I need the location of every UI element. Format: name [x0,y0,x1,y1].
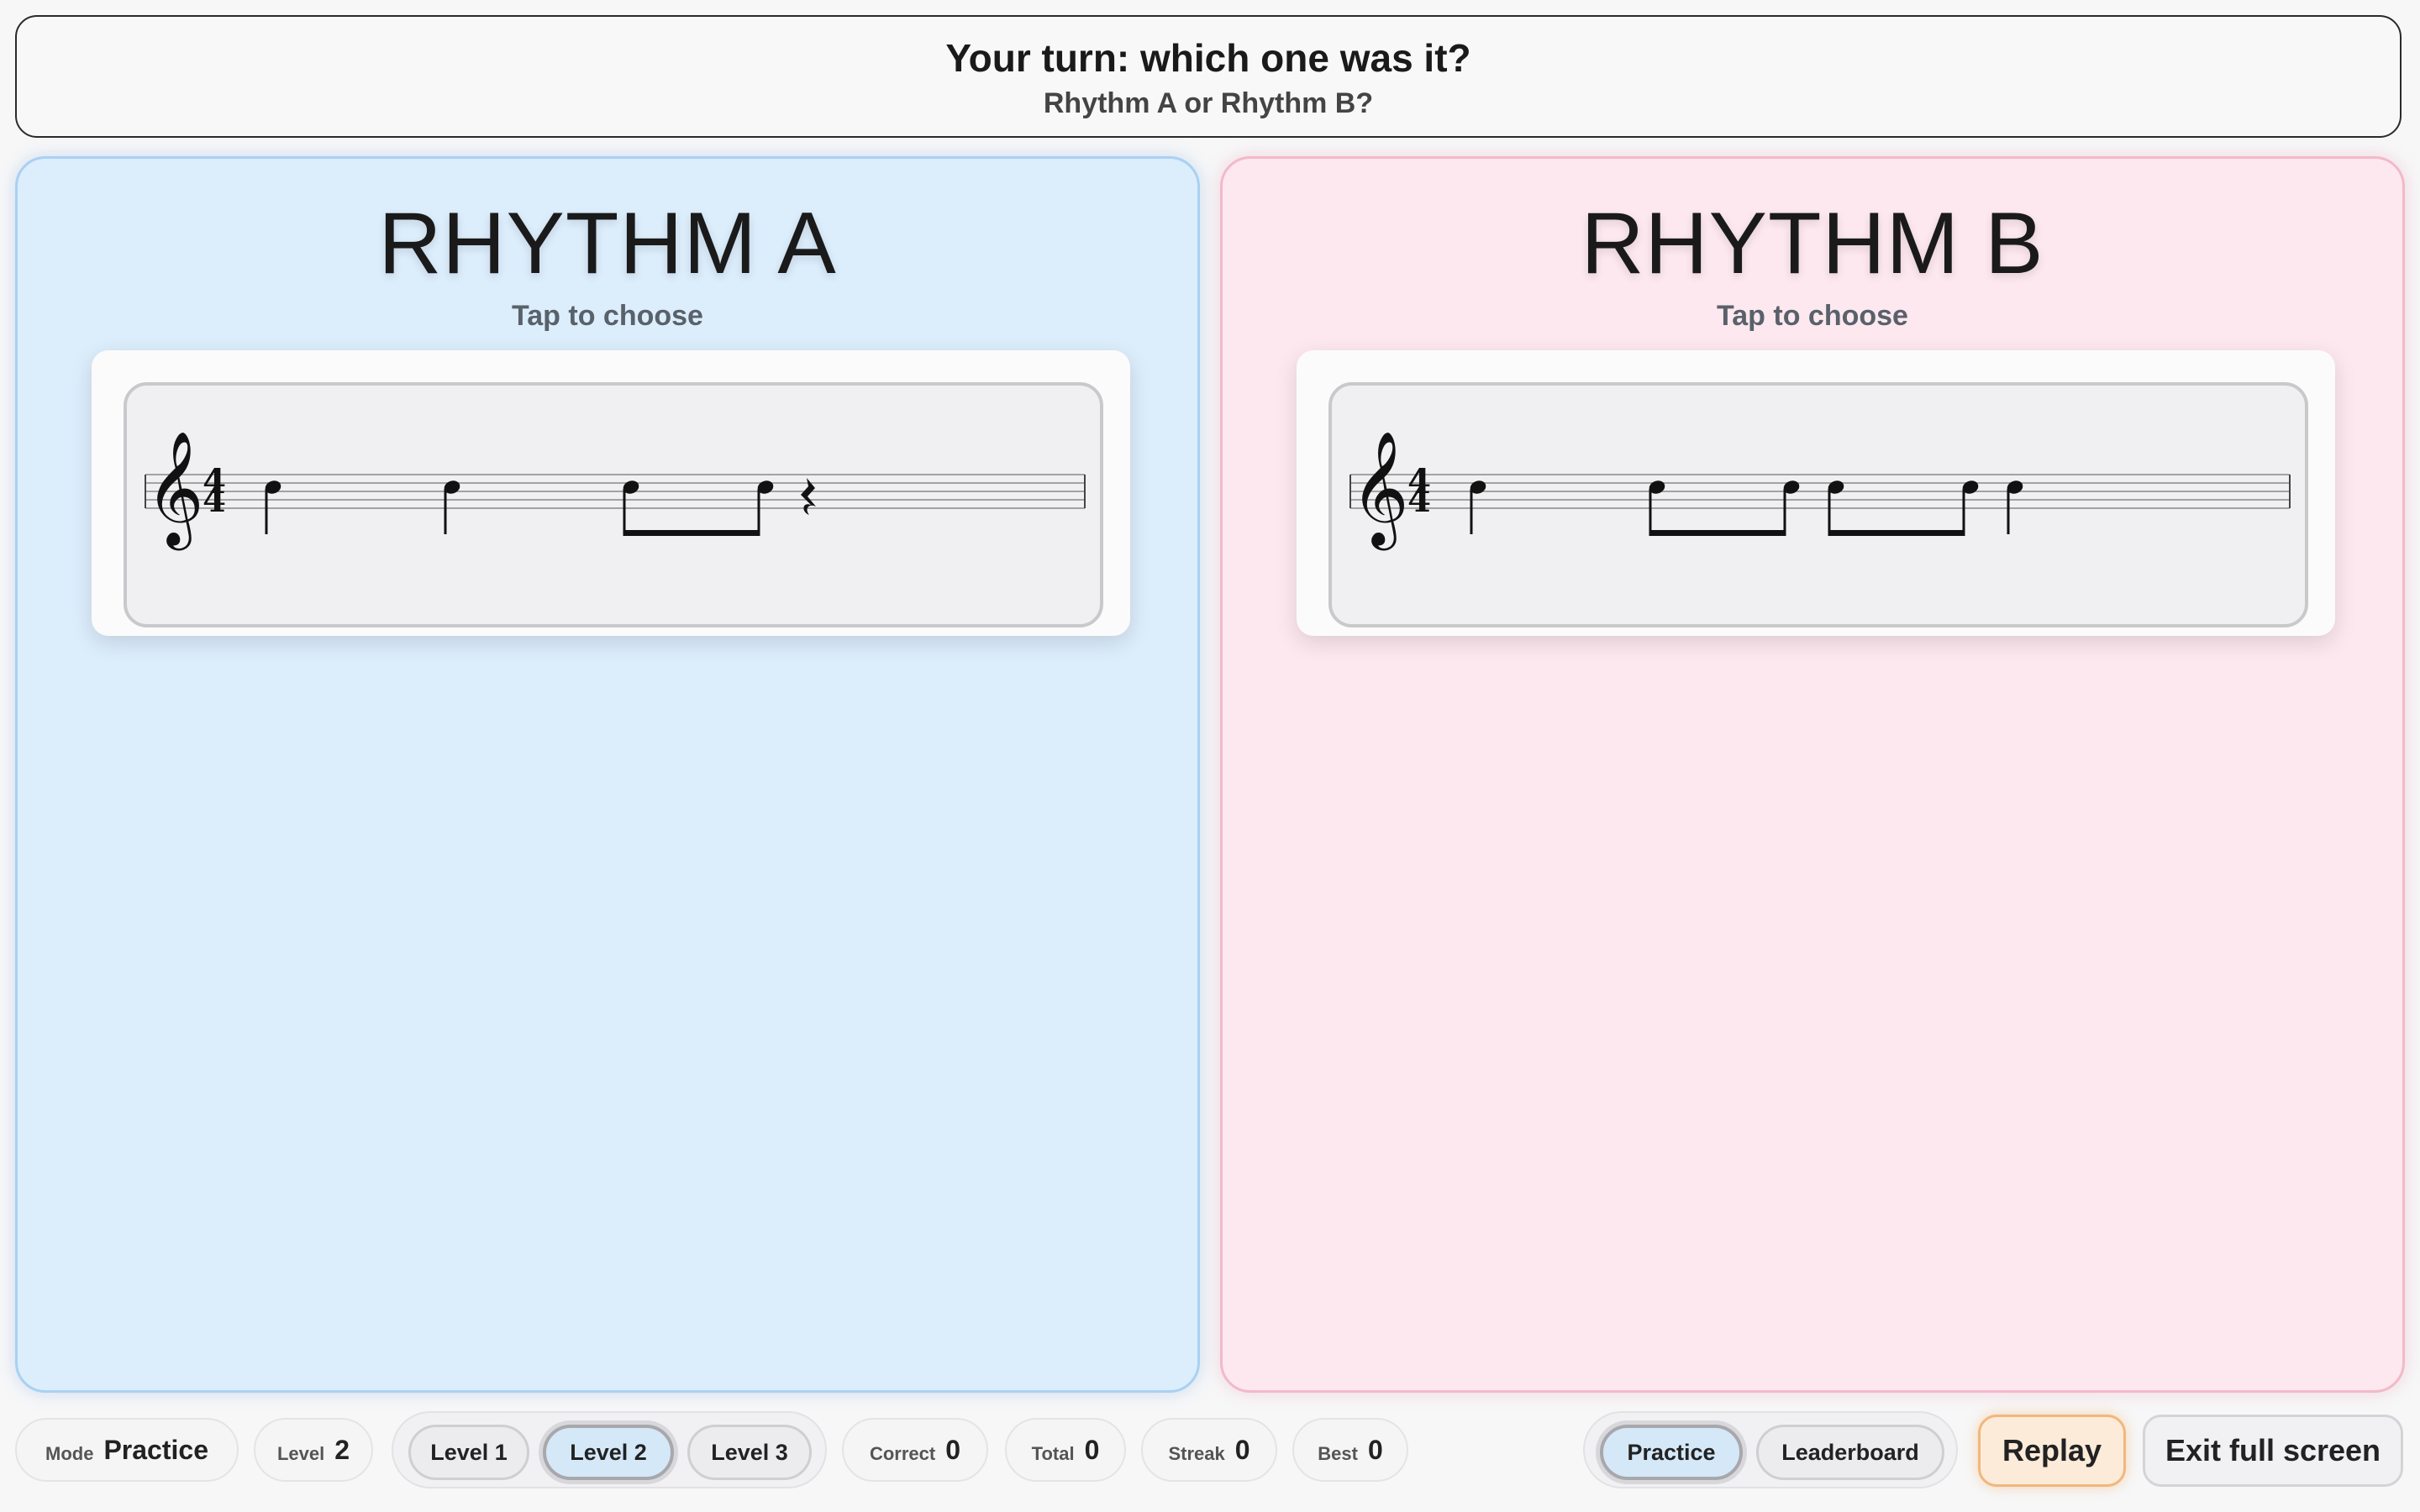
eighth-note-pair-icon [1828,480,1979,536]
rhythm-b-title: RHYTHM B [1581,195,2044,292]
note-beam [1649,530,1786,536]
quarter-note-icon [444,480,460,534]
time-signature-bottom: 4 [1407,480,1431,520]
rhythm-a-card[interactable]: RHYTHM A Tap to choose 𝄞 4 4 [15,156,1200,1393]
total-label: Total [1031,1443,1075,1464]
correct-label: Correct [869,1443,936,1464]
rhythm-b-score-frame: 𝄞 4 4 [1328,382,2308,627]
level-3-button[interactable]: Level 3 [687,1425,812,1480]
total-stat: Total 0 [1005,1418,1126,1482]
view-selector: Practice Leaderboard [1583,1411,1958,1488]
mode-stat: Mode Practice [15,1418,239,1482]
eighth-note-pair-icon [1649,480,1800,536]
instruction-banner: Your turn: which one was it? Rhythm A or… [15,15,2402,138]
note-beam [1828,530,1965,536]
rhythm-b-staff: 𝄞44 [1349,429,2291,550]
leaderboard-button[interactable]: Leaderboard [1756,1425,1944,1480]
rhythm-b-score-card: 𝄞 4 4 [1297,350,2335,636]
eighth-note-pair-icon [623,480,774,536]
treble-clef-icon: 𝄞 [1350,429,1409,550]
level-2-button[interactable]: Level 2 [543,1425,674,1480]
best-stat: Best 0 [1292,1418,1408,1482]
exit-fullscreen-button[interactable]: Exit full screen [2143,1415,2403,1487]
time-signature-bottom: 4 [203,480,226,520]
quarter-note-icon [265,480,281,534]
streak-stat: Streak 0 [1141,1418,1277,1482]
staff-lines [1350,474,2290,509]
rhythm-b-card[interactable]: RHYTHM B Tap to choose 𝄞 4 4 [1220,156,2405,1393]
rhythm-a-hint: Tap to choose [512,300,703,332]
level-selector: Level 1 Level 2 Level 3 [392,1411,827,1488]
note-beam [623,530,760,536]
best-value: 0 [1367,1434,1383,1465]
banner-title: Your turn: which one was it? [945,36,1471,80]
rhythm-a-title: RHYTHM A [378,195,837,292]
treble-clef-icon: 𝄞 [145,429,204,550]
rhythm-a-score-card: 𝄞 4 4 [92,350,1130,636]
rhythm-b-hint: Tap to choose [1717,300,1908,332]
quarter-note-icon [2007,480,2023,534]
level-stat: Level 2 [254,1418,373,1482]
quarter-note-icon [1470,480,1486,534]
level-label: Level [276,1443,325,1464]
correct-stat: Correct 0 [842,1418,988,1482]
streak-value: 0 [1234,1434,1250,1465]
best-label: Best [1318,1443,1358,1464]
level-value: 2 [334,1434,350,1465]
total-value: 0 [1084,1434,1100,1465]
streak-label: Streak [1168,1443,1225,1464]
status-bar: Mode Practice Level 2 Level 1 Level 2 Le… [0,1411,2420,1495]
rhythm-a-staff: 𝄞44 [145,429,1086,550]
rhythm-a-score-frame: 𝄞 4 4 [124,382,1103,627]
mode-value: Practice [103,1434,208,1465]
mode-label: Mode [45,1443,94,1464]
banner-subtitle: Rhythm A or Rhythm B? [1043,87,1374,119]
level-1-button[interactable]: Level 1 [408,1425,529,1480]
practice-button[interactable]: Practice [1600,1425,1743,1480]
staff-lines [145,474,1085,509]
correct-value: 0 [945,1434,961,1465]
replay-button[interactable]: Replay [1978,1415,2126,1487]
